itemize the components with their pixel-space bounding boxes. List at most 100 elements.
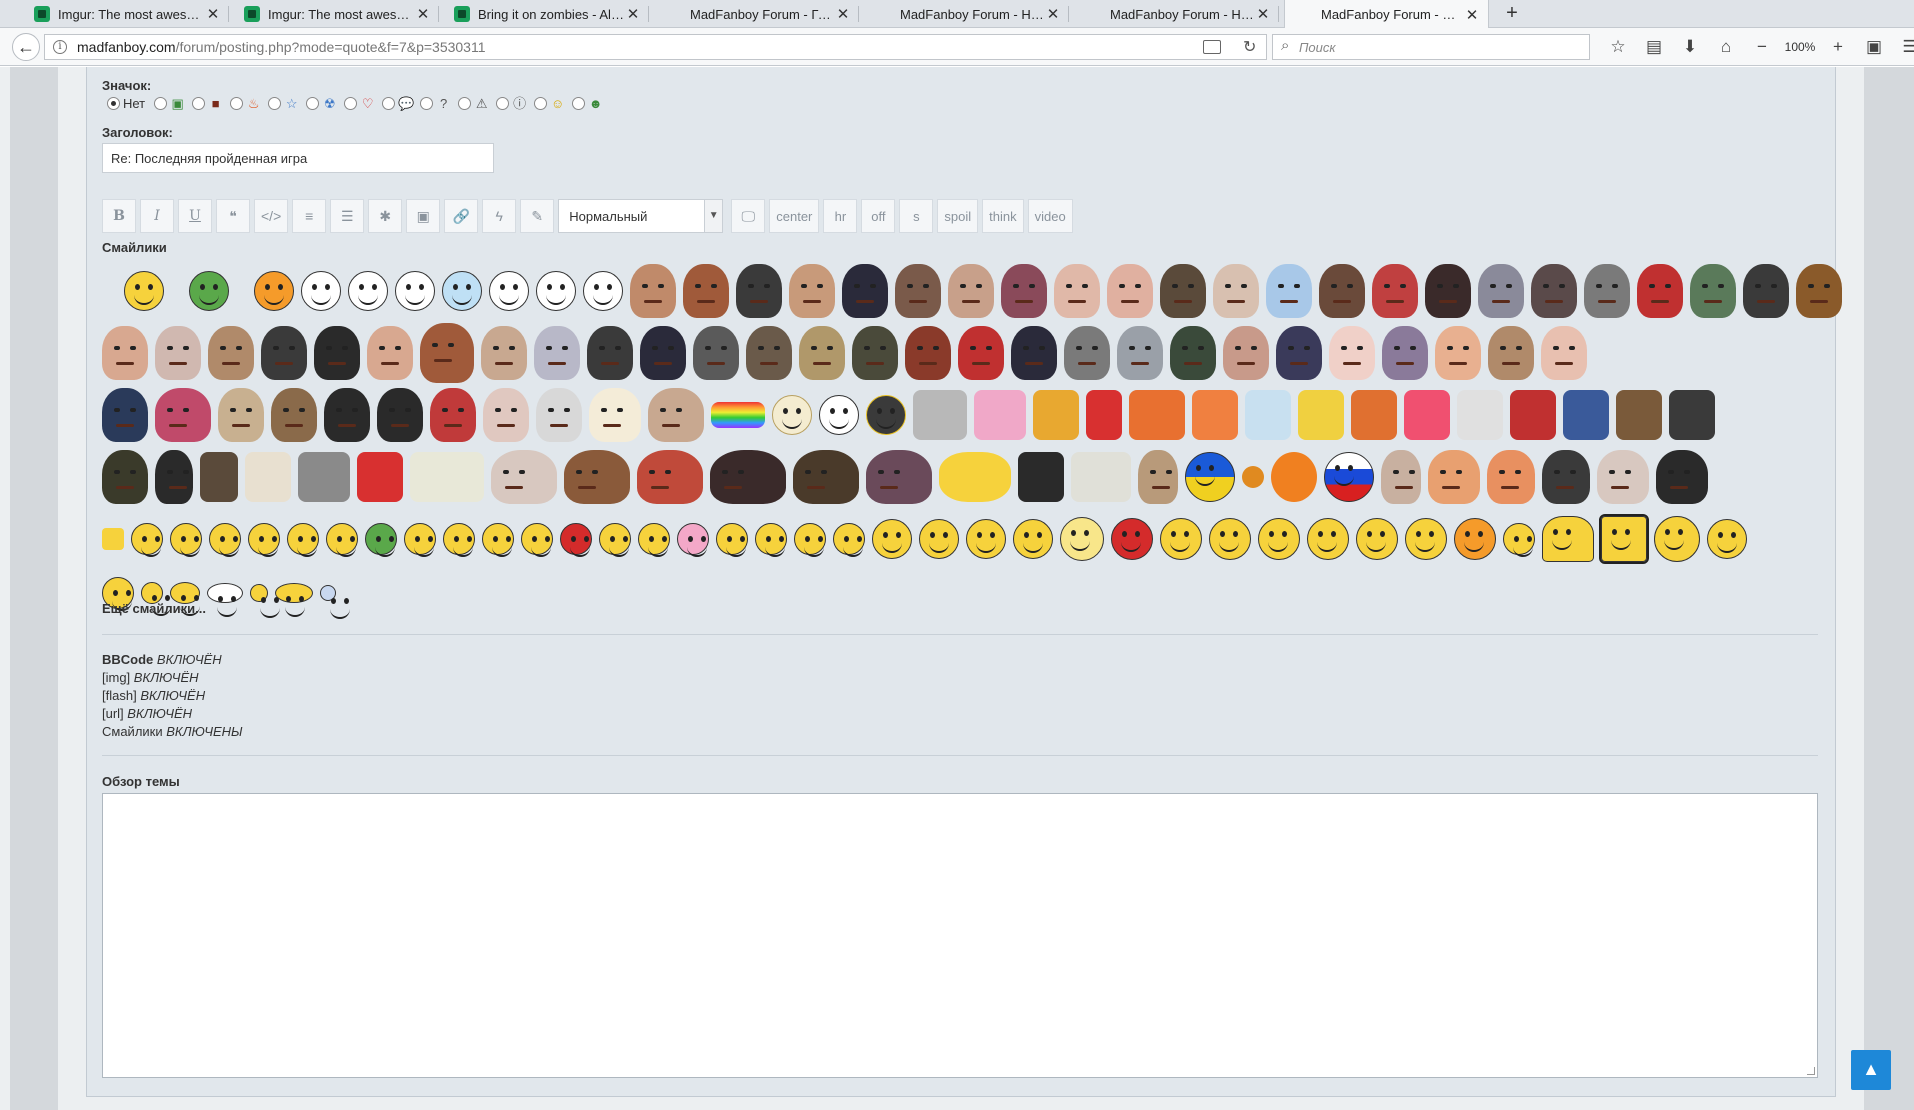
- close-tab-icon[interactable]: ✕: [415, 5, 431, 23]
- person-icon[interactable]: [483, 388, 529, 442]
- smiley-icon[interactable]: [1707, 519, 1747, 559]
- person-icon[interactable]: [536, 388, 582, 442]
- list-item-button[interactable]: ✱: [368, 199, 403, 233]
- flash-button[interactable]: ϟ: [482, 199, 517, 233]
- icon-radio[interactable]: [458, 97, 472, 110]
- person-icon[interactable]: [648, 388, 704, 442]
- person-icon[interactable]: [948, 264, 994, 318]
- reload-icon[interactable]: ↻: [1243, 37, 1256, 57]
- cannon-icon[interactable]: [298, 452, 350, 502]
- troll-face-icon[interactable]: [301, 271, 341, 311]
- person-icon[interactable]: [314, 326, 360, 380]
- person-icon[interactable]: [324, 388, 370, 442]
- topic-review-box[interactable]: [102, 793, 1818, 1078]
- explosion-icon[interactable]: [1271, 452, 1317, 502]
- person-icon[interactable]: [589, 388, 641, 442]
- smiley-icon[interactable]: [560, 523, 592, 557]
- search-input[interactable]: ⌕ Поиск: [1272, 34, 1590, 60]
- smiley-icon[interactable]: [443, 523, 475, 557]
- icon-radio[interactable]: [572, 97, 586, 110]
- smiley-icon[interactable]: [365, 523, 397, 557]
- chicken-icon[interactable]: [245, 452, 291, 502]
- person-icon[interactable]: [746, 326, 792, 380]
- browser-tab[interactable]: Bring it on zombies - Albu... ✕: [444, 0, 649, 28]
- person-icon[interactable]: [1584, 264, 1630, 318]
- browser-tab[interactable]: MadFanboy Forum - Глав... ✕: [654, 0, 859, 28]
- info-icon[interactable]: i: [53, 40, 67, 54]
- new-tab-button[interactable]: +: [1500, 2, 1524, 25]
- reader-view-icon[interactable]: [1203, 40, 1221, 54]
- person-icon[interactable]: [736, 264, 782, 318]
- person-icon[interactable]: [905, 326, 951, 380]
- person-icon[interactable]: [587, 326, 633, 380]
- icon-radio[interactable]: [496, 97, 510, 110]
- ordered-list-button[interactable]: ☰: [330, 199, 365, 233]
- smiley-icon[interactable]: [872, 519, 912, 559]
- person-icon[interactable]: [1656, 450, 1708, 504]
- close-tab-icon[interactable]: ✕: [1045, 5, 1061, 23]
- person-icon[interactable]: [367, 326, 413, 380]
- bookmark-star-icon[interactable]: ☆: [1600, 37, 1636, 57]
- smiley-icon[interactable]: [599, 523, 631, 557]
- person-icon[interactable]: [155, 388, 211, 442]
- zoom-out-icon[interactable]: −: [1744, 37, 1780, 57]
- bbcode-link[interactable]: BBCode: [102, 652, 153, 667]
- cartoon-icon[interactable]: [1033, 390, 1079, 440]
- smiley-icon[interactable]: [1503, 523, 1535, 557]
- close-tab-icon[interactable]: ✕: [1255, 5, 1271, 23]
- cartoon-icon[interactable]: [1616, 390, 1662, 440]
- resize-grip-icon[interactable]: [1807, 1067, 1815, 1075]
- icon-radio[interactable]: [192, 97, 206, 110]
- person-icon[interactable]: [693, 326, 739, 380]
- home-icon[interactable]: ⌂: [1708, 37, 1744, 57]
- smiley-icon[interactable]: [1013, 519, 1053, 559]
- smiley-icon[interactable]: [320, 585, 350, 619]
- smiley-icon[interactable]: [716, 523, 748, 557]
- person-icon[interactable]: [1276, 326, 1322, 380]
- smiley-icon[interactable]: [1258, 518, 1300, 560]
- meme-face-icon[interactable]: [583, 271, 623, 311]
- person-icon[interactable]: [789, 264, 835, 318]
- person-icon[interactable]: [1743, 264, 1789, 318]
- browser-tab-active[interactable]: MadFanboy Forum - Отве... ✕: [1284, 0, 1489, 29]
- angry-smiley-icon[interactable]: [1111, 518, 1153, 560]
- smiley-icon[interactable]: [287, 523, 319, 557]
- person-icon[interactable]: [102, 388, 148, 442]
- smiley-icon[interactable]: [1542, 516, 1594, 562]
- fox-icon[interactable]: [1351, 390, 1397, 440]
- smiley-icon[interactable]: [209, 523, 241, 557]
- library-icon[interactable]: ▤: [1636, 37, 1672, 57]
- person-icon[interactable]: [377, 388, 423, 442]
- icon-radio[interactable]: [268, 97, 282, 110]
- person-icon[interactable]: [491, 450, 557, 504]
- smiley-icon[interactable]: [1405, 518, 1447, 560]
- person-icon[interactable]: [1319, 264, 1365, 318]
- browser-tab[interactable]: Imgur: The most awesom... ✕: [234, 0, 439, 28]
- smiley-icon[interactable]: [1654, 516, 1700, 562]
- cartoon-icon[interactable]: [1245, 390, 1291, 440]
- person-icon[interactable]: [261, 326, 307, 380]
- smiley-icon[interactable]: [1599, 514, 1649, 564]
- smiley-icon[interactable]: [638, 523, 670, 557]
- smiley-icon[interactable]: [482, 523, 514, 557]
- zoom-level[interactable]: 100%: [1780, 40, 1820, 54]
- smiley-icon[interactable]: [1160, 518, 1202, 560]
- thumbs-icon[interactable]: [102, 528, 124, 550]
- person-icon[interactable]: [102, 450, 148, 504]
- person-icon[interactable]: [1138, 450, 1178, 504]
- browser-tab[interactable]: Imgur: The most awesom... ✕: [24, 0, 229, 28]
- person-icon[interactable]: [1488, 326, 1534, 380]
- spoil-button[interactable]: spoil: [937, 199, 979, 233]
- center-button[interactable]: center: [769, 199, 820, 233]
- fist-icon[interactable]: [1242, 466, 1264, 488]
- mario-icon[interactable]: [1086, 390, 1122, 440]
- smiley-icon[interactable]: [131, 523, 163, 557]
- smiley-icon[interactable]: [250, 584, 280, 618]
- person-icon[interactable]: [1597, 450, 1649, 504]
- person-icon[interactable]: [1796, 264, 1842, 318]
- icon-radio[interactable]: [154, 97, 168, 110]
- smiley-icon[interactable]: [326, 523, 358, 557]
- meme-face-icon[interactable]: [489, 271, 529, 311]
- person-icon[interactable]: [1531, 264, 1577, 318]
- cartoon-icon[interactable]: [357, 452, 403, 502]
